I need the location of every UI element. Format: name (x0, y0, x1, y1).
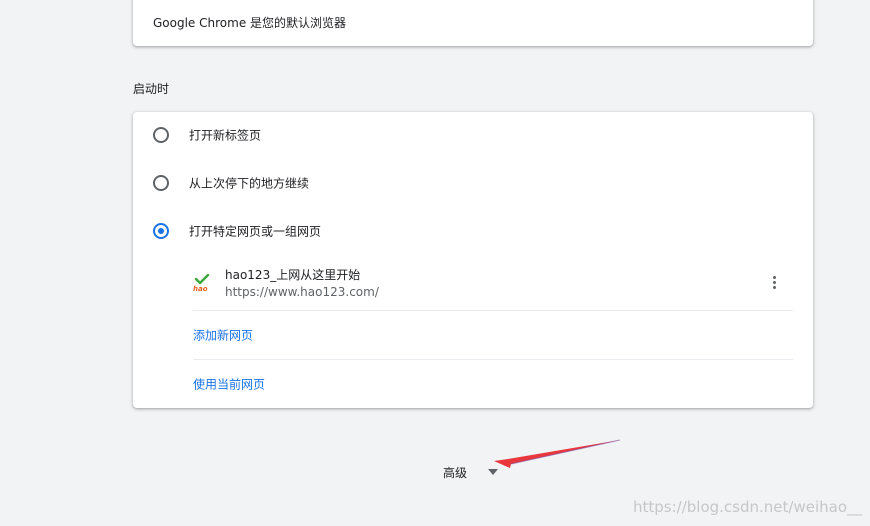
use-current-pages-link[interactable]: 使用当前网页 (193, 376, 265, 393)
default-browser-card: Google Chrome 是您的默认浏览器 (133, 0, 813, 46)
add-page-row: 添加新网页 (193, 311, 793, 360)
radio-label: 打开新标签页 (189, 128, 262, 143)
hao123-favicon-icon: hao (193, 274, 210, 292)
page-url: https://www.hao123.com/ (225, 285, 379, 299)
svg-text:hao: hao (193, 285, 208, 292)
radio-label: 从上次停下的地方继续 (189, 176, 310, 191)
startup-option-new-tab[interactable]: 打开新标签页 (133, 115, 813, 155)
radio-button-selected[interactable] (153, 223, 169, 239)
add-new-page-link[interactable]: 添加新网页 (193, 327, 253, 344)
startup-option-specific-pages[interactable]: 打开特定网页或一组网页 (133, 211, 813, 251)
radio-label: 打开特定网页或一组网页 (189, 224, 322, 239)
radio-button[interactable] (153, 127, 169, 143)
advanced-settings-button[interactable]: 高级 (443, 464, 467, 481)
page-title: hao123_上网从这里开始 (225, 268, 361, 282)
startup-section-title: 启动时 (133, 82, 170, 96)
startup-option-continue[interactable]: 从上次停下的地方继续 (133, 163, 813, 203)
watermark: https://blog.csdn.net/weihao__ (633, 498, 862, 516)
default-browser-status: Google Chrome 是您的默认浏览器 (153, 16, 347, 30)
use-current-pages-row: 使用当前网页 (193, 360, 793, 408)
startup-card: 打开新标签页 从上次停下的地方继续 打开特定网页或一组网页 hao hao123… (133, 112, 813, 408)
annotation-arrow-icon (494, 439, 621, 468)
more-actions-icon[interactable] (767, 274, 783, 292)
startup-page-item: hao hao123_上网从这里开始 https://www.hao123.co… (193, 260, 793, 311)
radio-button[interactable] (153, 175, 169, 191)
